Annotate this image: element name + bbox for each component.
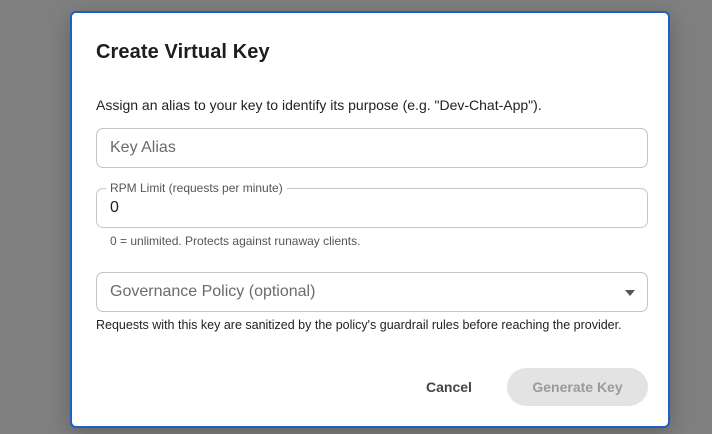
cancel-button[interactable]: Cancel xyxy=(426,379,472,395)
rpm-limit-label: RPM Limit (requests per minute) xyxy=(106,181,287,195)
generate-key-button[interactable]: Generate Key xyxy=(507,368,648,406)
dialog-description: Assign an alias to your key to identify … xyxy=(96,97,542,113)
chevron-down-icon xyxy=(625,290,635,296)
key-alias-input[interactable]: Key Alias xyxy=(96,128,648,168)
governance-policy-select[interactable]: Governance Policy (optional) xyxy=(96,272,648,312)
governance-policy-helper: Requests with this key are sanitized by … xyxy=(96,318,622,332)
rpm-limit-input[interactable]: RPM Limit (requests per minute) 0 xyxy=(96,181,648,228)
key-alias-placeholder: Key Alias xyxy=(110,139,176,156)
governance-policy-placeholder: Governance Policy (optional) xyxy=(110,283,316,300)
create-virtual-key-dialog: Create Virtual Key Assign an alias to yo… xyxy=(70,11,670,428)
rpm-limit-helper: 0 = unlimited. Protects against runaway … xyxy=(110,234,361,248)
dialog-title: Create Virtual Key xyxy=(96,41,270,63)
rpm-limit-value: 0 xyxy=(110,199,119,216)
